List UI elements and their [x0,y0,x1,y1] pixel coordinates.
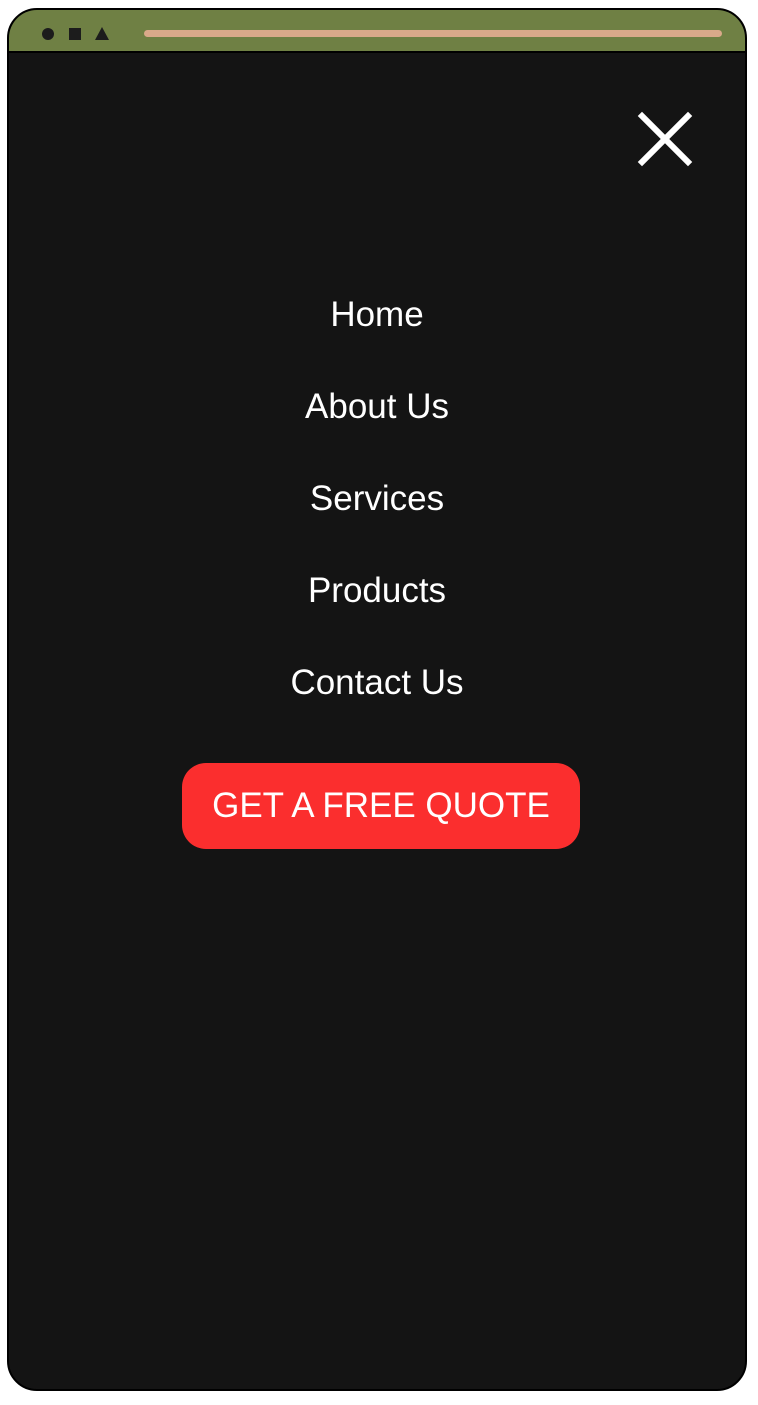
nav-item-contact-us[interactable]: Contact Us [290,648,463,740]
nav-item-home[interactable]: Home [330,280,423,372]
nav-item-about-us[interactable]: About Us [305,372,449,464]
nav-item-products[interactable]: Products [308,556,446,648]
close-icon [637,111,693,167]
mobile-nav-menu: Home About Us Services Products Contact … [9,280,745,740]
close-menu-button[interactable] [636,110,694,168]
circle-icon [42,28,54,40]
nav-item-services[interactable]: Services [310,464,444,556]
mobile-frame: Home About Us Services Products Contact … [7,8,747,1391]
triangle-icon [95,27,109,40]
window-titlebar [9,10,745,53]
square-icon [69,28,81,40]
get-free-quote-button[interactable]: GET A FREE QUOTE [182,763,580,849]
address-bar[interactable] [144,30,722,37]
